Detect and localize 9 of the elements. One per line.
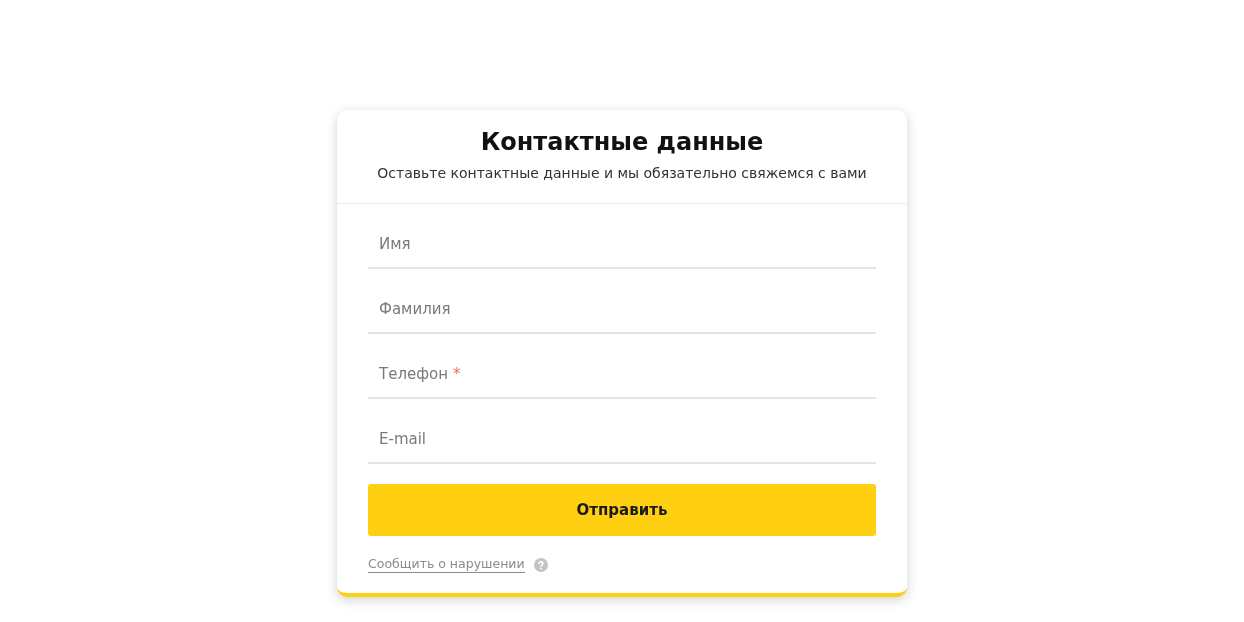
submit-button[interactable]: Отправить — [368, 484, 876, 536]
input-field[interactable]: Имя — [368, 204, 876, 269]
help-icon[interactable] — [533, 557, 548, 572]
input-field[interactable]: E-mail — [368, 399, 876, 464]
input-field[interactable]: Телефон * — [368, 334, 876, 399]
input-field[interactable]: Фамилия — [368, 269, 876, 334]
form-subtitle: Оставьте контактные данные и мы обязательно свяжемся с вами — [376, 164, 868, 182]
form-title: Контактные данные — [479, 127, 765, 157]
report-link[interactable]: Сообщить о нарушении — [368, 556, 525, 573]
